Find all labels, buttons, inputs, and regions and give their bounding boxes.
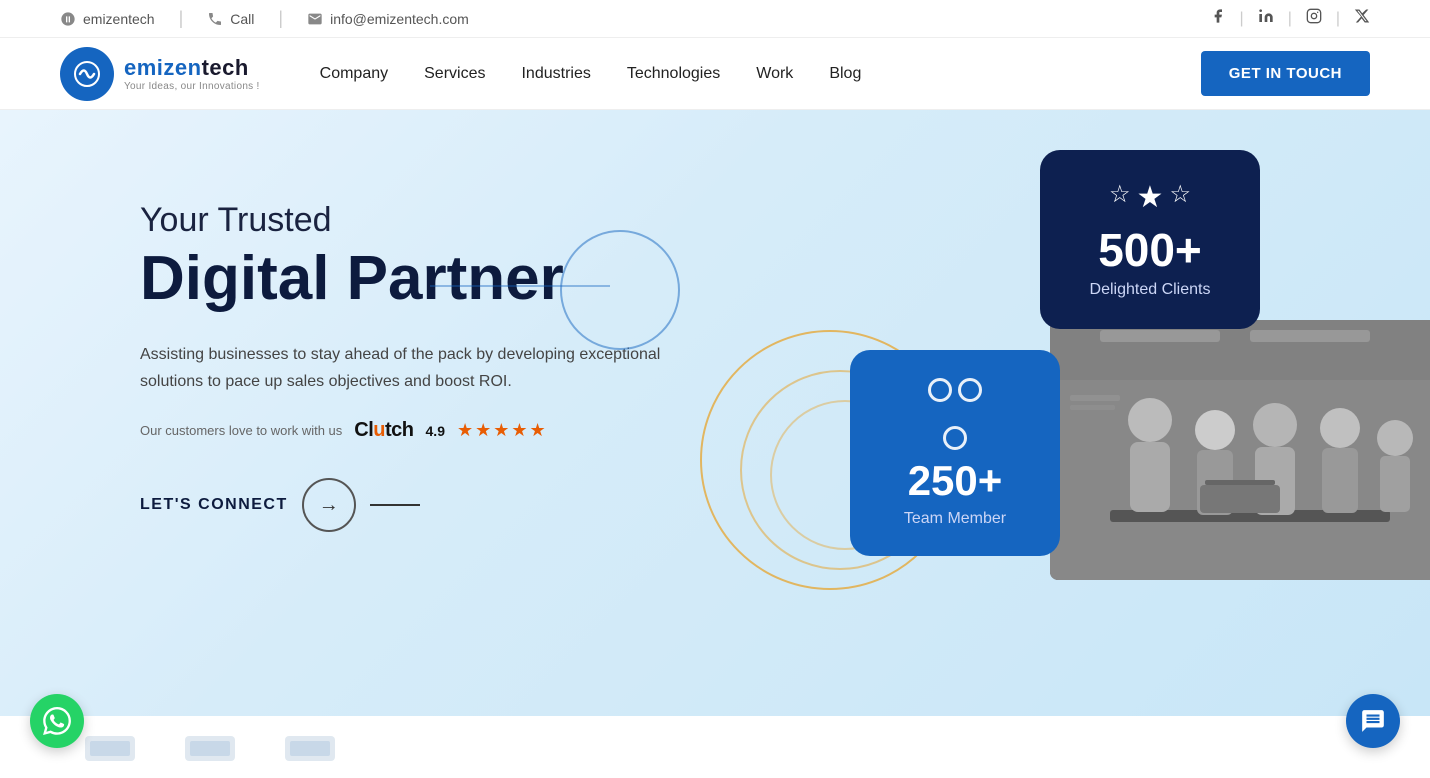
bottom-deco-icon-2 xyxy=(180,726,240,766)
instagram-icon[interactable] xyxy=(1306,8,1322,29)
bottom-bar xyxy=(0,716,1430,776)
clients-card: ☆ ★ ☆ 500+ Delighted Clients xyxy=(1040,150,1260,329)
call-contact[interactable]: Call xyxy=(207,11,254,27)
whatsapp-button[interactable] xyxy=(30,694,84,748)
top-bar: emizentech | Call | info@emizentech.com … xyxy=(0,0,1430,38)
mail-icon xyxy=(307,11,323,27)
star-icon-1: ☆ xyxy=(1109,180,1131,215)
team-label: Team Member xyxy=(872,510,1038,528)
nav-work[interactable]: Work xyxy=(756,65,793,83)
skype-icon xyxy=(60,11,76,27)
main-nav: emizentech Your Ideas, our Innovations !… xyxy=(0,38,1430,110)
clutch-logo: Clutch xyxy=(354,419,413,442)
lets-connect-text: LET'S CONNECT xyxy=(140,496,288,514)
team-photo xyxy=(1050,320,1430,580)
skype-text: emizentech xyxy=(83,11,155,27)
team-photo-inner xyxy=(1050,320,1430,580)
hero-right-panel: ☆ ★ ☆ 500+ Delighted Clients 250+ Team M… xyxy=(890,110,1430,716)
phone-icon xyxy=(207,11,223,27)
chat-icon xyxy=(1360,708,1386,734)
hero-content: Your Trusted Digital Partner Assisting b… xyxy=(140,170,740,532)
hero-description: Assisting businesses to stay ahead of th… xyxy=(140,341,680,395)
bottom-deco-icon-3 xyxy=(280,726,340,766)
deco-line xyxy=(430,285,610,287)
whatsapp-icon xyxy=(43,707,71,735)
clients-label: Delighted Clients xyxy=(1064,281,1236,299)
get-in-touch-button[interactable]: GET IN TOUCH xyxy=(1201,51,1370,96)
social-divider3: | xyxy=(1336,10,1340,28)
nav-industries[interactable]: Industries xyxy=(521,65,590,83)
nav-blog[interactable]: Blog xyxy=(829,65,861,83)
stars-rating: ★★★★★ xyxy=(457,420,548,441)
team-photo-svg xyxy=(1050,320,1430,580)
divider1: | xyxy=(179,8,184,29)
twitter-x-icon[interactable] xyxy=(1354,8,1370,29)
dot-icon-center xyxy=(943,426,967,450)
logo-tagline: Your Ideas, our Innovations ! xyxy=(124,81,260,92)
email-contact[interactable]: info@emizentech.com xyxy=(307,11,469,27)
team-card: 250+ Team Member xyxy=(850,350,1060,556)
divider2: | xyxy=(278,8,283,29)
bottom-deco-icon-1 xyxy=(80,726,140,766)
nav-company[interactable]: Company xyxy=(320,65,388,83)
chat-button[interactable] xyxy=(1346,694,1400,748)
hero-section: Your Trusted Digital Partner Assisting b… xyxy=(0,110,1430,716)
nav-services[interactable]: Services xyxy=(424,65,485,83)
social-links: | | | xyxy=(1210,8,1370,29)
email-text: info@emizentech.com xyxy=(330,11,469,27)
dot-icon-2 xyxy=(958,378,982,402)
logo[interactable]: emizentech Your Ideas, our Innovations ! xyxy=(60,47,260,101)
dot-icon-1 xyxy=(928,378,952,402)
skype-contact[interactable]: emizentech xyxy=(60,11,155,27)
social-divider2: | xyxy=(1288,10,1292,28)
clutch-prefix: Our customers love to work with us xyxy=(140,423,342,438)
logo-text-block: emizentech Your Ideas, our Innovations ! xyxy=(124,55,260,92)
facebook-icon[interactable] xyxy=(1210,8,1226,29)
lets-connect-button[interactable]: LET'S CONNECT → xyxy=(140,478,740,532)
connect-line xyxy=(370,504,420,506)
clients-count: 500+ xyxy=(1064,227,1236,273)
hero-subtitle: Your Trusted xyxy=(140,200,740,241)
logo-name: emizentech xyxy=(124,55,260,81)
top-bar-contacts: emizentech | Call | info@emizentech.com xyxy=(60,8,469,29)
social-divider1: | xyxy=(1240,10,1244,28)
card-stars-icons: ☆ ★ ☆ xyxy=(1064,180,1236,215)
team-count: 250+ xyxy=(872,460,1038,502)
connect-circle-arrow: → xyxy=(302,478,356,532)
star-icon-2: ★ xyxy=(1137,180,1164,215)
clutch-row: Our customers love to work with us Clutc… xyxy=(140,419,740,442)
linkedin-icon[interactable] xyxy=(1258,8,1274,29)
nav-links: Company Services Industries Technologies… xyxy=(320,65,1201,83)
call-text: Call xyxy=(230,11,254,27)
card-dots-row xyxy=(872,378,1038,402)
nav-technologies[interactable]: Technologies xyxy=(627,65,720,83)
logo-icon xyxy=(60,47,114,101)
clutch-rating: 4.9 xyxy=(426,423,445,439)
star-icon-3: ☆ xyxy=(1169,180,1191,215)
deco-circle xyxy=(560,230,680,350)
